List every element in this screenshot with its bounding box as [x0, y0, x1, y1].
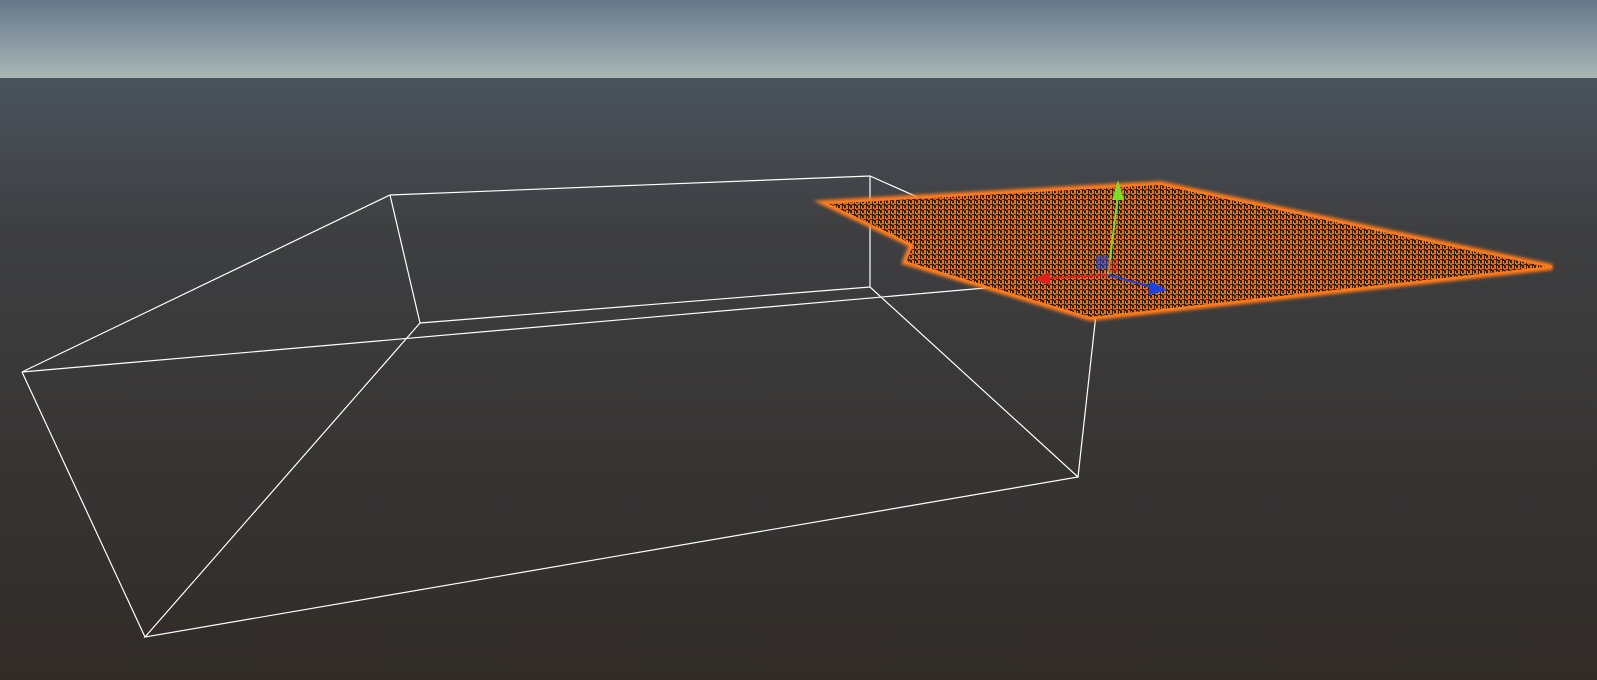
sky: [0, 0, 1597, 78]
ground-plane: [0, 78, 1597, 680]
scene-view[interactable]: [0, 0, 1597, 680]
